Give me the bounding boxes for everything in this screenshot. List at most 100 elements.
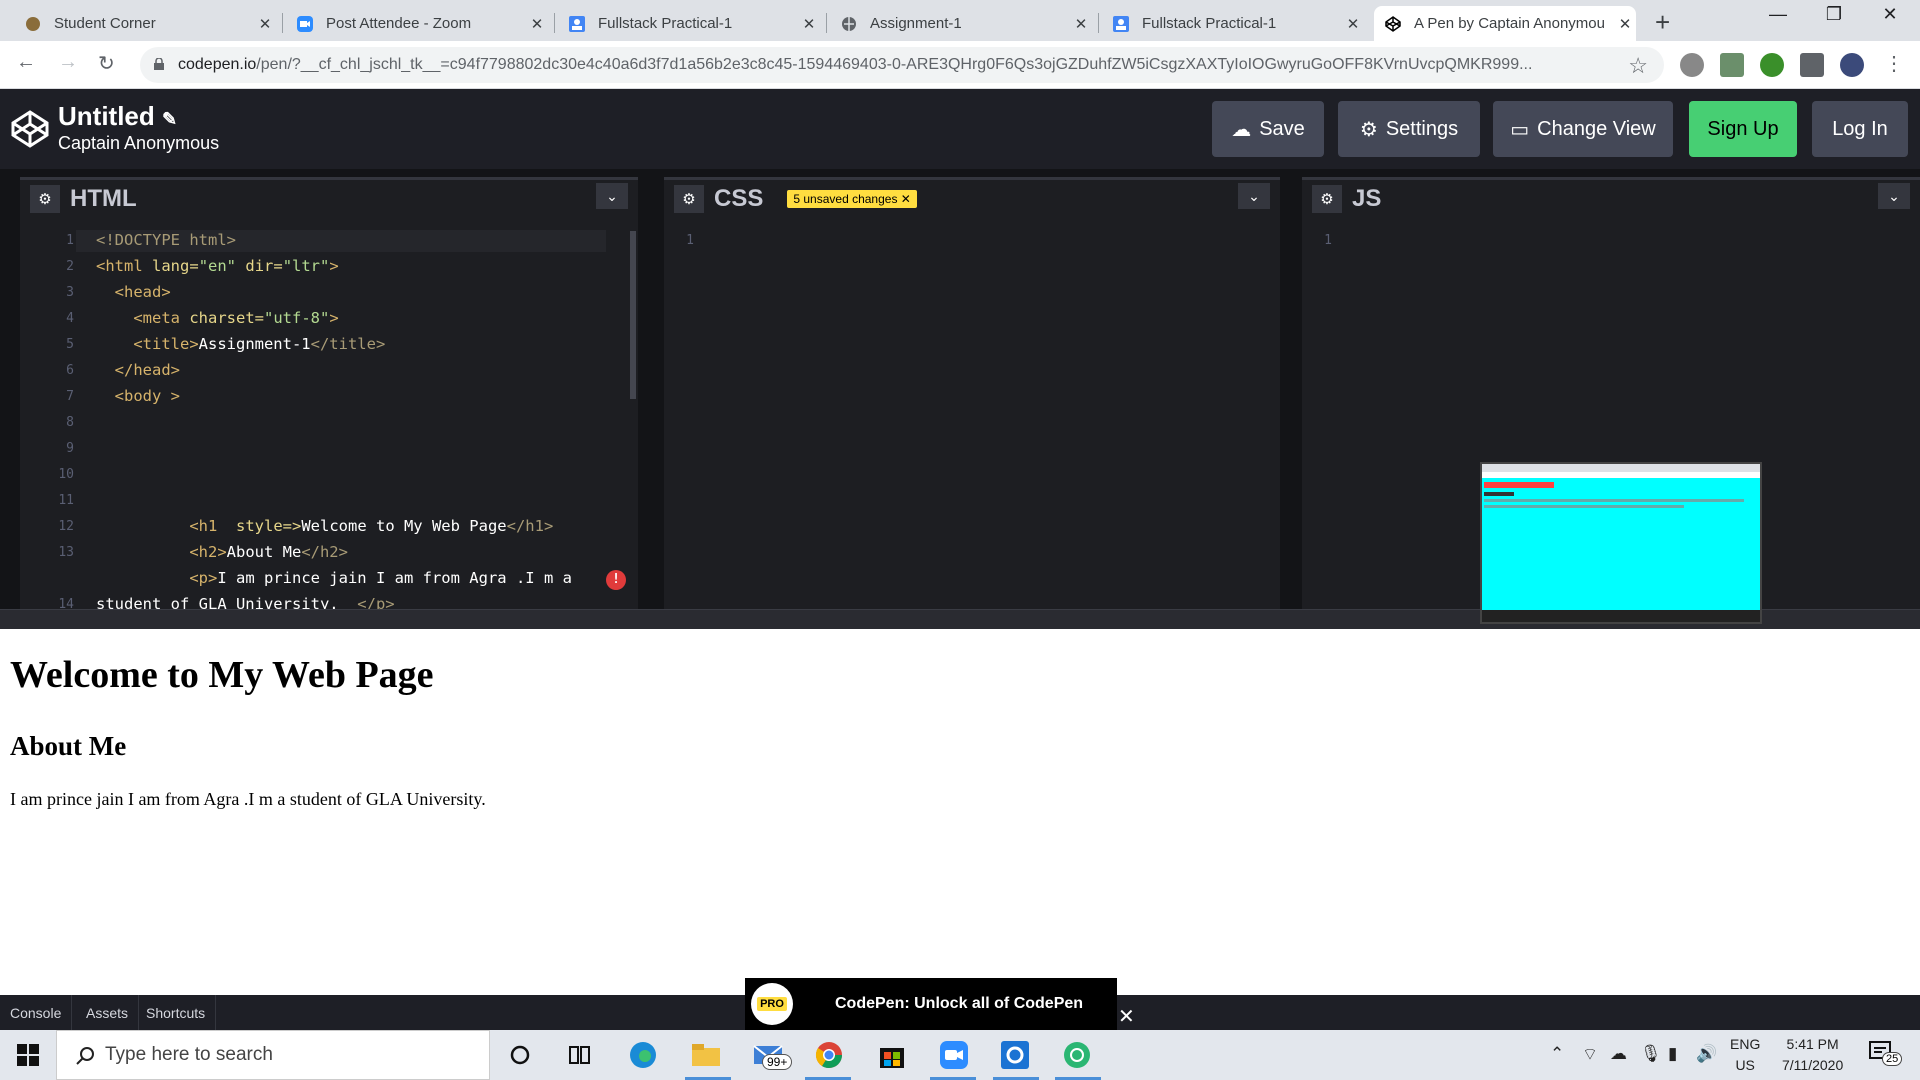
line-number: 12	[58, 519, 74, 534]
console-button[interactable]: Console	[0, 995, 73, 1030]
battery-icon[interactable]: ▮	[1668, 1044, 1677, 1064]
close-tab-icon[interactable]: ✕	[254, 15, 276, 33]
search-placeholder: Type here to search	[105, 1044, 273, 1065]
profile-avatar[interactable]	[1840, 53, 1864, 77]
close-window-icon[interactable]: ✕	[1862, 4, 1918, 25]
error-icon[interactable]: !	[606, 570, 626, 590]
student-corner-favicon	[24, 15, 42, 33]
browser-tab[interactable]: Fullstack Practical-1 ✕	[1102, 6, 1364, 41]
volume-icon[interactable]: 🔊	[1696, 1044, 1717, 1064]
network-icon[interactable]: ⌔	[1582, 1044, 1598, 1065]
chevron-down-icon[interactable]: ⌄	[1878, 183, 1910, 209]
pen-author: Captain Anonymous	[58, 133, 220, 153]
line-number: 3	[66, 285, 74, 300]
clock-date: 7/11/2020	[1782, 1057, 1844, 1073]
gear-icon[interactable]: ⚙	[1312, 184, 1342, 213]
app-blue-icon[interactable]	[999, 1039, 1031, 1071]
pen-title[interactable]: Untitled ✎	[58, 101, 177, 132]
app-green-icon[interactable]	[1061, 1039, 1093, 1071]
zoom-taskbar-icon[interactable]	[938, 1039, 970, 1071]
settings-label: Settings	[1385, 117, 1459, 140]
browser-tab[interactable]: Assignment-1 ✕	[830, 6, 1092, 41]
edit-pencil-icon[interactable]: ✎	[162, 109, 177, 129]
tab-title: Fullstack Practical-1	[598, 15, 733, 32]
chevron-down-icon[interactable]: ⌄	[1238, 183, 1270, 209]
assets-button[interactable]: Assets	[76, 995, 140, 1030]
css-code[interactable]: 1	[664, 225, 1280, 609]
close-icon[interactable]: ✕	[901, 192, 911, 206]
sheet-extension-icon[interactable]	[1720, 53, 1744, 77]
onedrive-cloud-icon[interactable]: ☁	[1610, 1044, 1627, 1064]
url-bar[interactable]: codepen.io/pen/?__cf_chl_jschl_tk__=c94f…	[140, 47, 1664, 83]
line-number: 9	[66, 441, 74, 456]
tab-title: A Pen by Captain Anonymou	[1414, 15, 1605, 32]
close-tab-icon[interactable]: ✕	[798, 15, 820, 33]
pen-title-text: Untitled	[58, 101, 155, 131]
chevron-down-icon[interactable]: ⌄	[596, 183, 628, 209]
notifications-icon[interactable]: 25	[1868, 1040, 1903, 1070]
scrollbar-thumb[interactable]	[630, 231, 636, 399]
browser-tab-active[interactable]: A Pen by Captain Anonymou ✕	[1374, 6, 1636, 41]
language-indicator[interactable]: ENG US	[1730, 1034, 1760, 1076]
close-promo-icon[interactable]: ✕	[1118, 1004, 1135, 1029]
line-number: 13	[58, 545, 74, 560]
gear-icon[interactable]: ⚙	[30, 184, 60, 213]
gear-icon: ⚙	[1359, 118, 1378, 141]
tab-title: Student Corner	[54, 15, 156, 32]
close-tab-icon[interactable]: ✕	[1070, 15, 1092, 33]
settings-button[interactable]: ⚙ Settings	[1338, 101, 1480, 157]
forward-icon[interactable]: →	[58, 51, 78, 74]
line-number: 1	[66, 233, 74, 248]
new-tab-icon[interactable]: +	[1655, 7, 1670, 38]
bookmark-star-icon[interactable]: ☆	[1628, 53, 1648, 79]
shortcuts-button[interactable]: Shortcuts	[136, 995, 217, 1030]
log-in-button[interactable]: Log In	[1812, 101, 1908, 157]
store-icon[interactable]	[876, 1039, 908, 1071]
chrome-icon[interactable]	[813, 1039, 845, 1071]
show-hidden-icons-chevron[interactable]: ⌃	[1550, 1044, 1564, 1064]
forms-favicon	[1112, 15, 1130, 33]
sign-up-label: Sign Up	[1707, 117, 1779, 140]
edge-icon[interactable]	[627, 1039, 659, 1071]
file-explorer-icon[interactable]	[690, 1039, 722, 1071]
line-number: 11	[58, 493, 74, 508]
windows-start-icon[interactable]	[12, 1039, 44, 1071]
taskbar-search-box[interactable]: Type here to search	[56, 1030, 490, 1080]
html-code[interactable]: 1 2 3 4 5 6 7 8 9 10 11 12 13 14 <!DOCTY…	[20, 225, 638, 613]
html-extension-icon[interactable]	[1760, 53, 1784, 77]
browser-tab-strip: Student Corner ✕ Post Attendee - Zoom ✕ …	[0, 0, 1920, 41]
line-number: 7	[66, 389, 74, 404]
sign-up-button[interactable]: Sign Up	[1689, 101, 1797, 157]
browser-tab[interactable]: Student Corner ✕	[14, 6, 276, 41]
unsaved-changes-badge[interactable]: 5 unsaved changes ✕	[787, 189, 917, 208]
line-number: 10	[58, 467, 74, 482]
change-view-button[interactable]: ▭ Change View	[1493, 101, 1673, 157]
close-tab-icon[interactable]: ✕	[1342, 15, 1364, 33]
codepen-logo-icon[interactable]	[10, 109, 50, 149]
task-view-icon[interactable]	[564, 1039, 596, 1071]
clock[interactable]: 5:41 PM 7/11/2020	[1782, 1034, 1843, 1076]
tab-title: Post Attendee - Zoom	[326, 15, 472, 32]
reload-icon[interactable]: ↻	[98, 51, 115, 76]
notification-count: 25	[1882, 1052, 1903, 1066]
close-tab-icon[interactable]: ✕	[1614, 15, 1636, 33]
cortana-icon[interactable]	[504, 1039, 536, 1071]
line-number: 1	[686, 233, 694, 248]
menu-kebab-icon[interactable]: ⋮	[1884, 51, 1904, 76]
close-tab-icon[interactable]: ✕	[526, 15, 548, 33]
change-view-label: Change View	[1537, 117, 1656, 140]
gear-icon[interactable]: ⚙	[674, 184, 704, 213]
screenshot-thumbnail[interactable]	[1480, 462, 1762, 624]
back-icon[interactable]: ←	[16, 51, 36, 74]
skype-extension-icon[interactable]	[1680, 53, 1704, 77]
save-button[interactable]: ☁ Save	[1212, 101, 1324, 157]
codepen-pro-promo[interactable]: PRO CodePen: Unlock all of CodePen	[745, 978, 1117, 1030]
forms-favicon	[568, 15, 586, 33]
browser-tab[interactable]: Fullstack Practical-1 ✕	[558, 6, 820, 41]
minimize-icon[interactable]: —	[1750, 4, 1806, 25]
microphone-icon[interactable]: 🎙	[1640, 1044, 1662, 1064]
extensions-puzzle-icon[interactable]	[1800, 53, 1824, 77]
preview-heading: Welcome to My Web Page	[10, 654, 434, 696]
browser-tab[interactable]: Post Attendee - Zoom ✕	[286, 6, 548, 41]
restore-icon[interactable]: ❐	[1806, 4, 1862, 25]
